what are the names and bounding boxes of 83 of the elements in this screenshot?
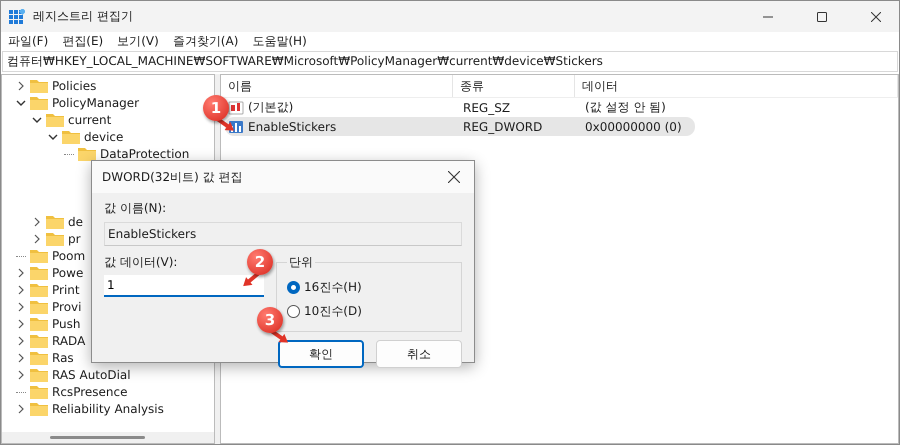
folder-icon (30, 96, 48, 110)
folder-icon (30, 282, 48, 296)
maximize-icon[interactable] (817, 12, 827, 22)
tree-item[interactable]: Powe (52, 266, 84, 280)
chevron-right-icon[interactable] (16, 370, 26, 380)
tree-item[interactable]: DataProtection (100, 146, 190, 160)
dialog-title: DWORD(32비트) 값 편집 (102, 168, 242, 186)
folder-icon (78, 146, 96, 160)
folder-icon (46, 232, 64, 246)
chevron-right-icon[interactable] (32, 216, 42, 226)
chevron-right-icon[interactable] (16, 404, 26, 414)
chevron-right-icon[interactable] (16, 302, 26, 312)
folder-icon (30, 402, 48, 416)
step-badge: 1 (203, 95, 229, 121)
string-value-icon (228, 100, 244, 114)
menu-item[interactable]: 편집(E) (62, 33, 104, 50)
chevron-down-icon[interactable] (16, 98, 26, 108)
value-data: (값 설정 안 됨) (585, 99, 666, 116)
chevron-right-icon[interactable] (16, 268, 26, 278)
tree-item[interactable]: Push (52, 316, 80, 330)
radio-label[interactable]: 16진수(H) (304, 278, 362, 296)
close-icon[interactable] (871, 12, 881, 22)
value-name: (기본값) (248, 99, 294, 116)
chevron-right-icon[interactable] (16, 336, 26, 346)
tree-item[interactable]: de (68, 214, 83, 228)
folder-icon (30, 300, 48, 314)
value-name-field[interactable]: EnableStickers (104, 222, 462, 246)
menu-item[interactable]: 즐겨찾기(A) (172, 33, 238, 50)
tree-item[interactable]: device (84, 130, 124, 144)
value-type: REG_DWORD (463, 120, 542, 134)
menu-item[interactable]: 도움말(H) (252, 33, 307, 50)
radio-button[interactable] (287, 304, 300, 318)
tree-item[interactable]: RADA (52, 334, 86, 348)
registry-app-icon (9, 8, 25, 24)
folder-icon (30, 368, 48, 382)
folder-icon (30, 266, 48, 280)
dialog-button[interactable]: 취소 (376, 340, 462, 368)
tree-item[interactable]: Provi (52, 300, 82, 314)
folder-icon (62, 130, 80, 144)
value-data: 0x00000000 (0) (585, 120, 682, 134)
folder-icon (30, 384, 48, 398)
window-title: 레지스트리 편집기 (33, 8, 133, 25)
chevron-down-icon[interactable] (48, 132, 58, 142)
radio-button[interactable] (287, 280, 300, 294)
tree-item[interactable]: pr (68, 232, 81, 246)
chevron-right-icon[interactable] (16, 352, 26, 362)
folder-icon (46, 112, 64, 126)
tree-item[interactable]: Poom (52, 248, 86, 262)
radio-label[interactable]: 10진수(D) (304, 302, 362, 320)
folder-icon (30, 78, 48, 92)
table-row[interactable]: EnableStickers REG_DWORD 0x00000000 (0) (225, 117, 695, 136)
tree-item[interactable]: Print (52, 282, 80, 296)
chevron-right-icon[interactable] (32, 234, 42, 244)
chevron-right-icon[interactable] (16, 284, 26, 294)
folder-icon (30, 248, 48, 262)
horizontal-scrollbar[interactable] (2, 432, 214, 443)
folder-icon (30, 350, 48, 364)
field-label: 값 이름(N): (104, 200, 168, 217)
tree-item[interactable]: RAS AutoDial (52, 368, 131, 382)
menu-item[interactable]: 파일(F) (8, 33, 48, 50)
value-name: EnableStickers (248, 120, 336, 134)
tree-item[interactable]: Ras (52, 350, 74, 364)
tree-item[interactable]: current (68, 112, 112, 126)
value-type: REG_SZ (463, 100, 510, 114)
menu-item[interactable]: 보기(V) (117, 33, 159, 50)
folder-icon (30, 316, 48, 330)
folder-icon (30, 334, 48, 348)
close-icon[interactable] (448, 171, 460, 183)
tree-item[interactable]: Reliability Analysis (52, 402, 164, 416)
tree-item[interactable]: RcsPresence (52, 384, 128, 398)
dialog-button[interactable]: 확인 (278, 340, 364, 368)
column-header[interactable]: 데이터 (575, 75, 898, 97)
column-header[interactable]: 종류 (453, 75, 575, 97)
chevron-down-icon[interactable] (32, 114, 42, 124)
field-label: 값 데이터(V): (104, 255, 178, 269)
chevron-right-icon[interactable] (16, 318, 26, 328)
tree-item[interactable]: PolicyManager (52, 96, 140, 110)
group-label: 단위 (288, 254, 314, 271)
address-field[interactable]: 컴퓨터₩HKEY_LOCAL_MACHINE₩SOFTWARE₩Microsoft₩PolicyManager₩current₩device₩Stickers (2, 51, 898, 72)
tree-item[interactable]: Policies (52, 78, 96, 92)
chevron-right-icon[interactable] (16, 80, 26, 90)
folder-icon (46, 214, 64, 228)
value-data-field[interactable]: 1 (104, 275, 264, 297)
